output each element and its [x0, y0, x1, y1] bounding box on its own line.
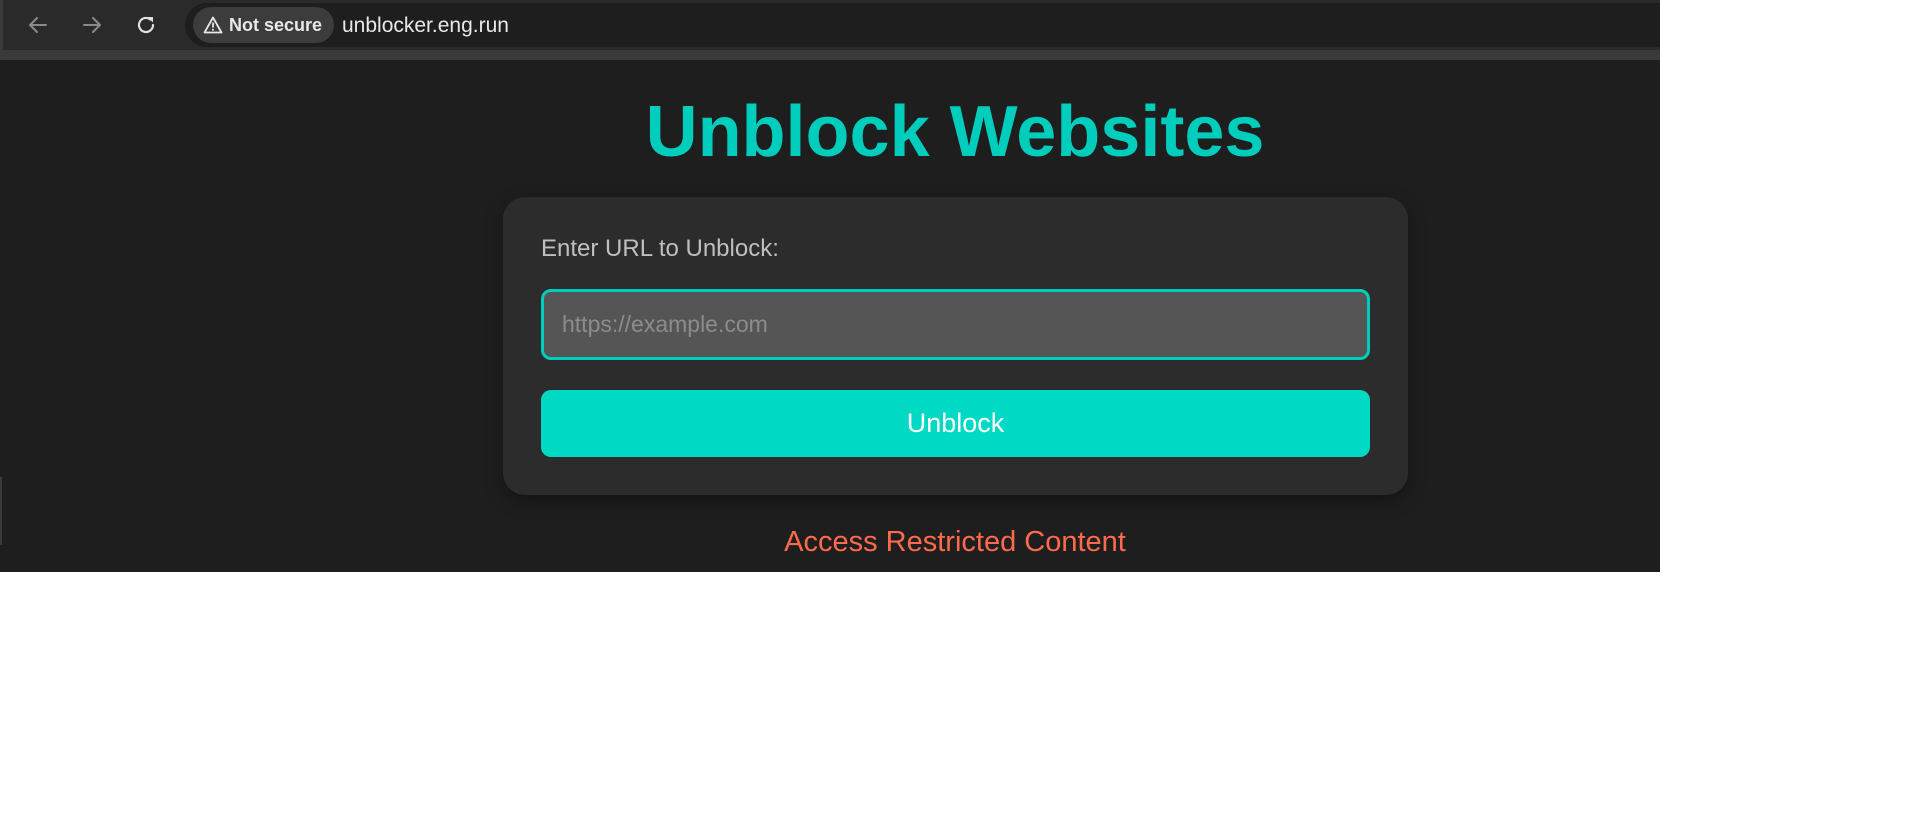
url-input-label: Enter URL to Unblock:	[541, 235, 779, 262]
url-input[interactable]	[541, 289, 1370, 360]
arrow-left-icon	[29, 17, 47, 33]
forward-button[interactable]	[77, 10, 107, 40]
page-title: Unblock Websites	[645, 92, 1265, 172]
browser-toolbar: Not secure unblocker.eng.run	[0, 0, 1660, 50]
back-button[interactable]	[23, 10, 53, 40]
security-label: Not secure	[229, 14, 323, 35]
arrow-right-icon	[83, 17, 101, 33]
reload-button[interactable]	[131, 10, 161, 40]
unblock-form-card: Enter URL to Unblock: Unblock	[503, 197, 1408, 495]
address-bar[interactable]: Not secure unblocker.eng.run	[185, 3, 1660, 47]
unblock-button[interactable]: Unblock	[541, 390, 1370, 457]
toolbar-divider	[0, 50, 1660, 60]
url-text[interactable]: unblocker.eng.run	[342, 14, 509, 38]
browser-window: Not secure unblocker.eng.run Unblock Web…	[0, 0, 1660, 572]
security-indicator[interactable]: Not secure	[193, 7, 335, 43]
access-restricted-text: Access Restricted Content	[784, 526, 1126, 558]
reload-icon	[137, 16, 155, 34]
warning-triangle-icon	[203, 16, 223, 34]
